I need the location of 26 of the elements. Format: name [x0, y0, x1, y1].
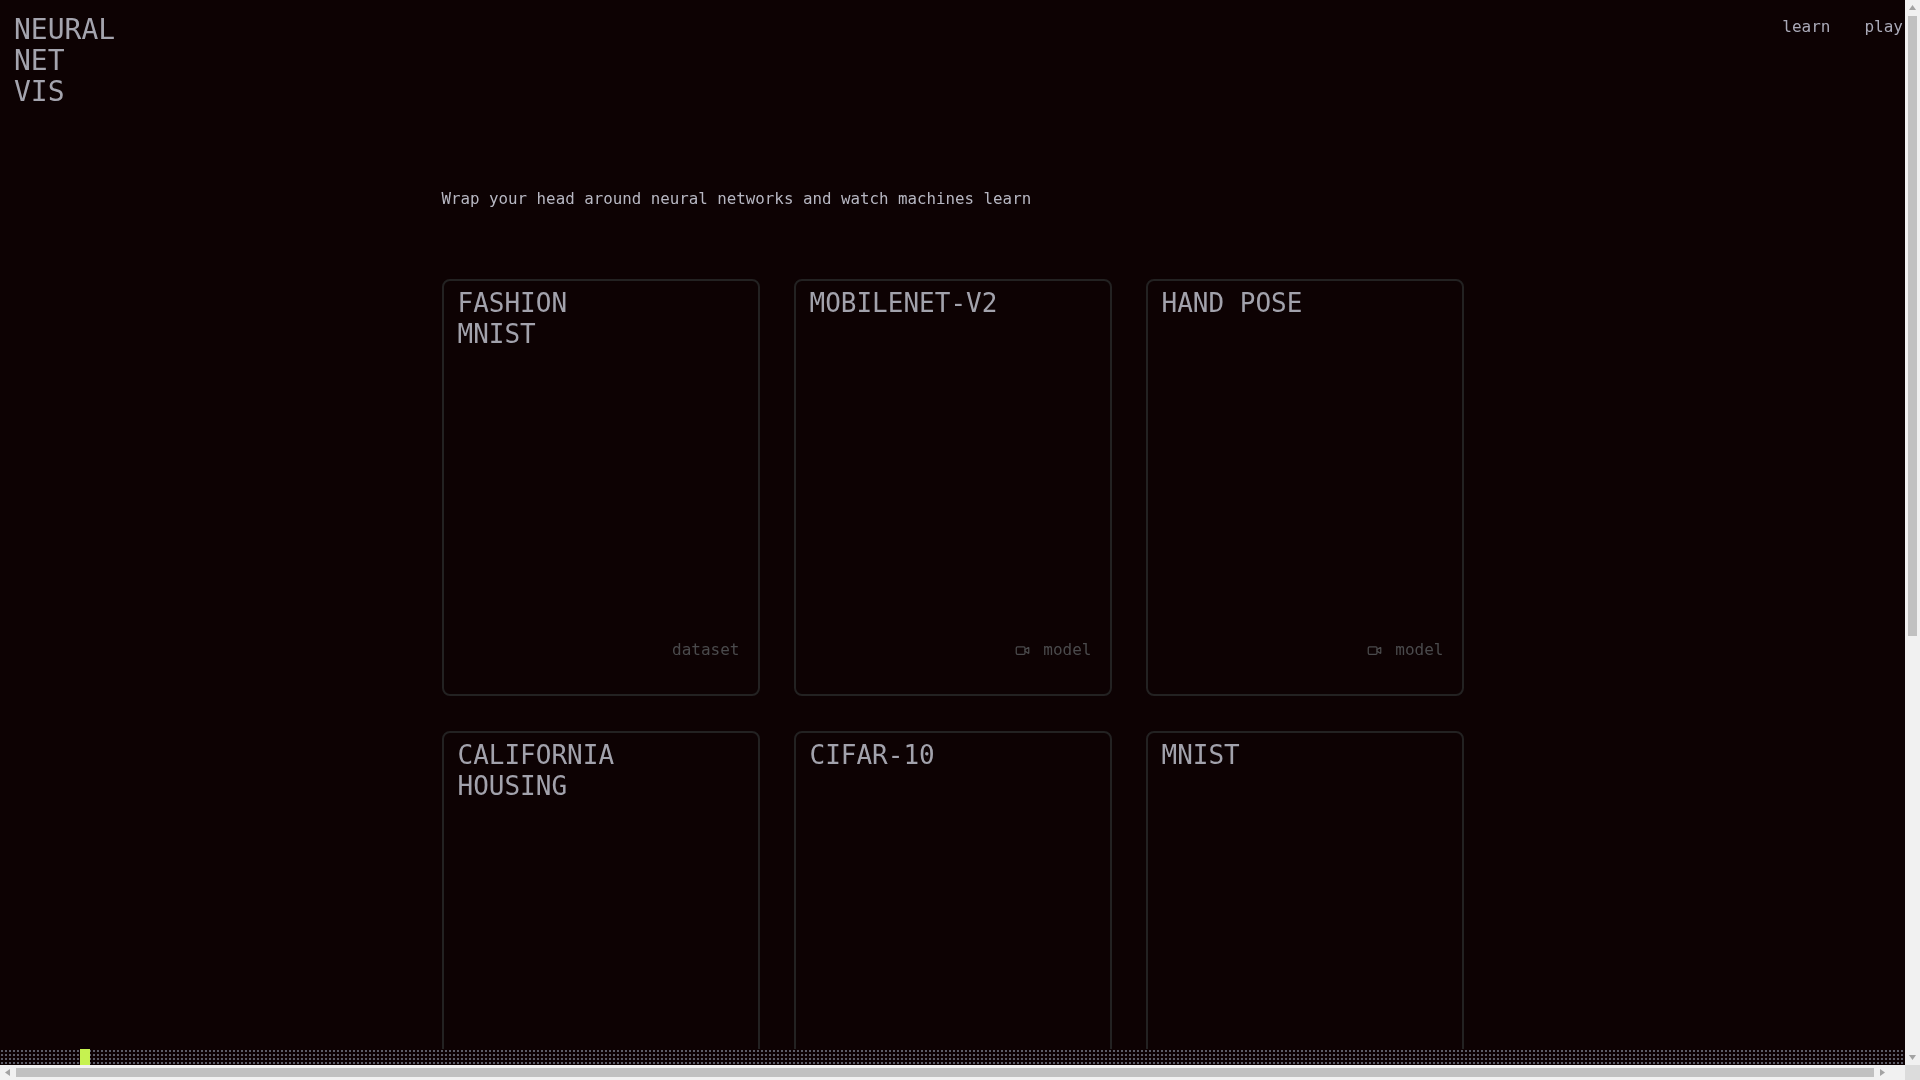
- card-tag: dataset: [672, 640, 740, 660]
- card-title: CALIFORNIA HOUSING: [457, 740, 616, 802]
- card-title: FASHION MNIST: [457, 288, 569, 350]
- scrollbar-corner: [1905, 1065, 1920, 1080]
- tagline: Wrap your head around neural networks and watch machines learn: [441, 189, 1033, 209]
- card-title: MNIST: [1161, 740, 1241, 771]
- project-card[interactable]: HAND POSE model: [1145, 279, 1464, 696]
- nav-link[interactable]: play: [1864, 16, 1903, 38]
- horizontal-scrollbar[interactable]: [0, 1065, 1905, 1080]
- card-tag: model: [1395, 640, 1444, 660]
- card-title: MOBILENET-V2: [809, 288, 999, 319]
- nav-link[interactable]: learn: [1782, 16, 1831, 38]
- project-card[interactable]: FASHION MNIST dataset: [441, 279, 760, 696]
- card-tag: model: [1043, 640, 1092, 660]
- track-marker[interactable]: [80, 1049, 90, 1065]
- card-title: HAND POSE: [1161, 288, 1304, 319]
- scrollbar-thumb[interactable]: [16, 1068, 1874, 1077]
- project-card[interactable]: MOBILENET-V2 model: [793, 279, 1112, 696]
- logo-text: NEURAL NET VIS: [14, 14, 116, 107]
- scroll-left-icon[interactable]: [4, 1069, 11, 1076]
- scroll-down-icon[interactable]: [1909, 1054, 1916, 1061]
- scroll-right-icon[interactable]: [1879, 1069, 1886, 1076]
- card-title: CIFAR-10: [809, 740, 936, 771]
- scroll-up-icon[interactable]: [1909, 4, 1916, 11]
- scrollbar-thumb[interactable]: [1908, 16, 1917, 636]
- vertical-scrollbar[interactable]: [1905, 0, 1920, 1065]
